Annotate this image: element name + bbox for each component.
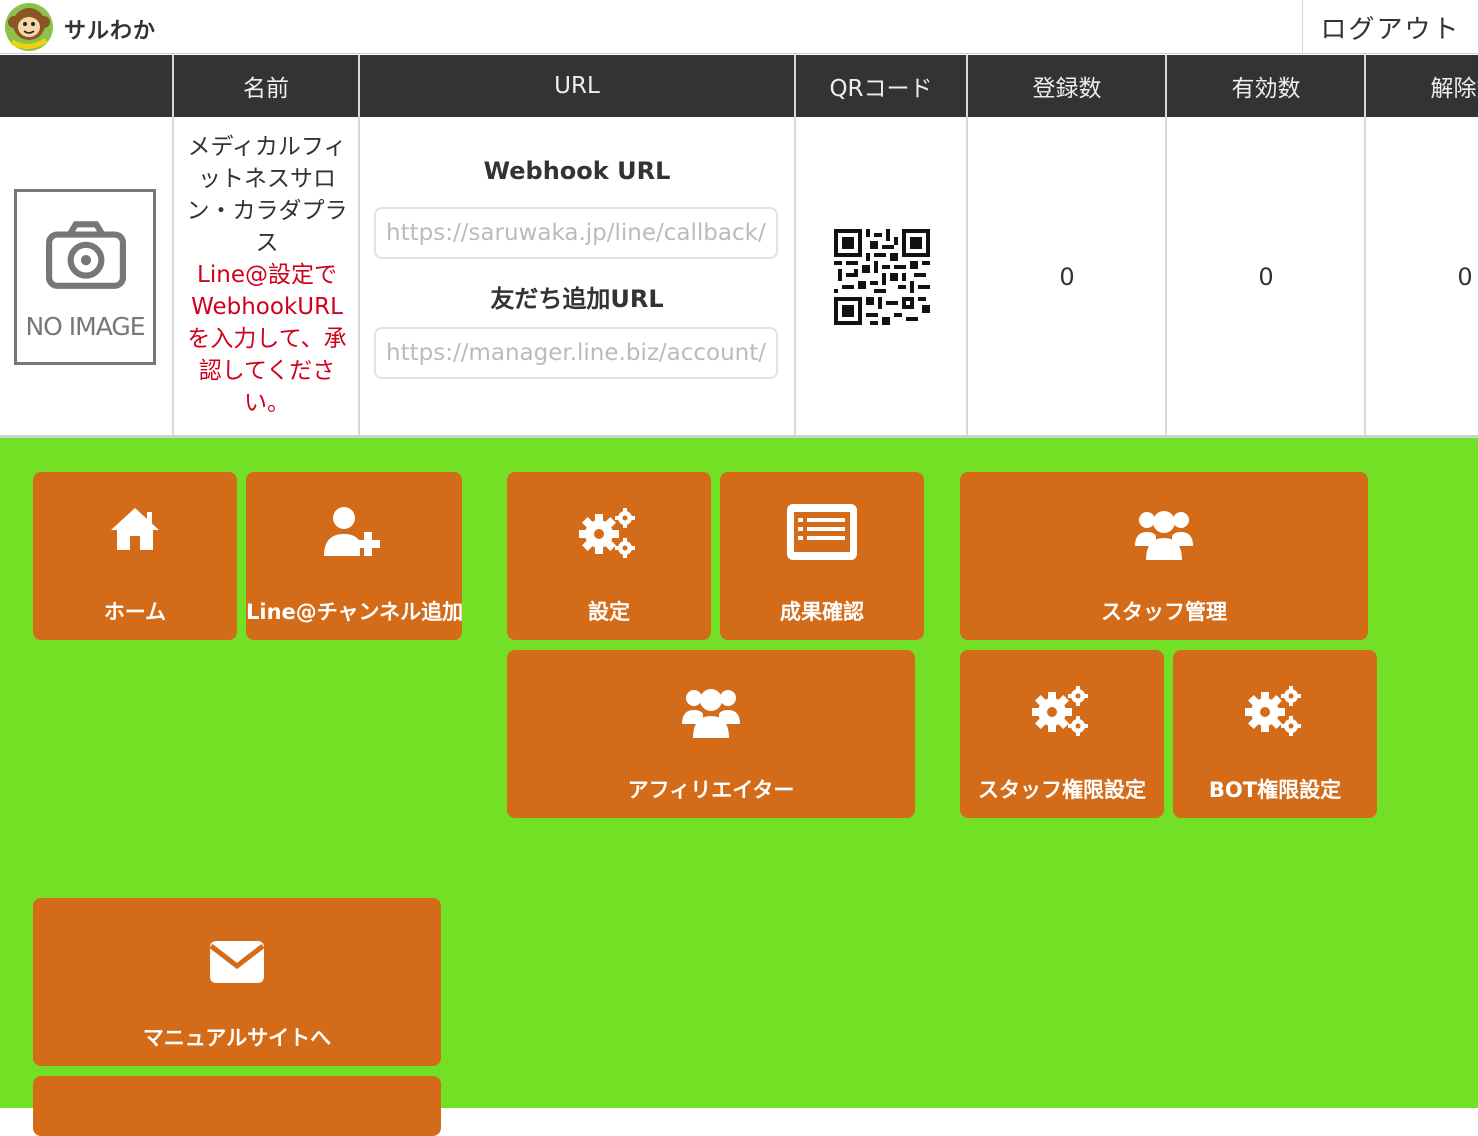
column-header-name: 名前 <box>174 55 358 117</box>
settings-label: 設定 <box>588 600 630 624</box>
home-icon <box>111 508 159 550</box>
channel-name: メディカルフィットネスサロン・カラダプラス <box>186 134 348 256</box>
menu-tile-partial[interactable] <box>33 1076 441 1136</box>
home-label: ホーム <box>103 600 167 624</box>
gears-icon <box>1245 686 1301 736</box>
staff-permission-tile[interactable]: スタッフ権限設定 <box>960 650 1164 818</box>
gears-icon <box>579 508 635 558</box>
staff-label: スタッフ管理 <box>1101 600 1227 624</box>
menu-panel: ホーム Line@チャンネル追加 設定 成果確認 スタッフ管理 アフィリエイター… <box>0 438 1478 1136</box>
settings-tile[interactable]: 設定 <box>507 472 711 640</box>
channel-table: NO IMAGE 名前 メディカルフィットネスサロン・カラダプラス Line@設… <box>0 55 1478 437</box>
manual-site-tile[interactable]: マニュアルサイトへ <box>33 898 441 1066</box>
list-icon <box>787 504 857 560</box>
bot-permission-label: BOT権限設定 <box>1208 778 1342 802</box>
users-icon <box>682 689 740 738</box>
top-bar: サルわか ログアウト <box>0 0 1478 54</box>
camera-icon <box>46 221 126 289</box>
no-image-label: NO IMAGE <box>25 312 145 341</box>
column-header-image <box>0 55 172 117</box>
friend-url-field[interactable]: https://manager.line.biz/account/ <box>374 327 778 379</box>
image-column: NO IMAGE <box>0 55 172 437</box>
monkey-logo-icon <box>5 3 53 51</box>
no-image-placeholder: NO IMAGE <box>14 189 156 365</box>
users-icon <box>1135 511 1193 560</box>
column-header-registered: 登録数 <box>968 55 1166 117</box>
column-header-qr: QRコード <box>796 55 966 117</box>
qr-column: QRコード <box>794 55 966 437</box>
affiliate-label: アフィリエイター <box>627 778 795 802</box>
column-header-url: URL <box>360 55 794 117</box>
name-column: 名前 メディカルフィットネスサロン・カラダプラス Line@設定でWebhook… <box>172 55 358 437</box>
add-user-icon <box>324 507 380 556</box>
qr-code-image[interactable] <box>834 229 930 325</box>
friend-url-label: 友だち追加URL <box>490 285 664 313</box>
affiliate-tile[interactable]: アフィリエイター <box>507 650 915 818</box>
registered-count: 0 <box>1059 263 1075 291</box>
gears-icon <box>1032 686 1088 736</box>
brand-name: サルわか <box>64 19 157 44</box>
webhook-url-label: Webhook URL <box>483 157 671 185</box>
active-count: 0 <box>1258 263 1274 291</box>
column-header-cancelled: 解除数 <box>1366 55 1478 117</box>
cancelled-count: 0 <box>1457 263 1473 291</box>
envelope-icon <box>209 941 265 983</box>
staff-permission-label: スタッフ権限設定 <box>978 778 1146 802</box>
logout-button[interactable]: ログアウト <box>1302 0 1478 54</box>
bot-permission-tile[interactable]: BOT権限設定 <box>1173 650 1377 818</box>
manual-site-label: マニュアルサイトへ <box>142 1026 332 1050</box>
staff-tile[interactable]: スタッフ管理 <box>960 472 1368 640</box>
cancelled-column: 解除数 0 <box>1364 55 1478 437</box>
webhook-url-field[interactable]: https://saruwaka.jp/line/callback/ <box>374 207 778 259</box>
channel-name-cell: メディカルフィットネスサロン・カラダプラス Line@設定でWebhookURL… <box>182 131 352 419</box>
add-channel-tile[interactable]: Line@チャンネル追加 <box>246 472 464 640</box>
registered-column: 登録数 0 <box>966 55 1166 437</box>
column-header-active: 有効数 <box>1167 55 1365 117</box>
active-column: 有効数 0 <box>1165 55 1365 437</box>
add-channel-label: Line@チャンネル追加 <box>246 600 464 624</box>
webhook-warning: Line@設定でWebhookURLを入力して、承認してください。 <box>187 262 347 416</box>
results-label: 成果確認 <box>780 600 864 624</box>
results-tile[interactable]: 成果確認 <box>720 472 924 640</box>
home-tile[interactable]: ホーム <box>33 472 237 640</box>
url-column: URL Webhook URL https://saruwaka.jp/line… <box>358 55 794 437</box>
